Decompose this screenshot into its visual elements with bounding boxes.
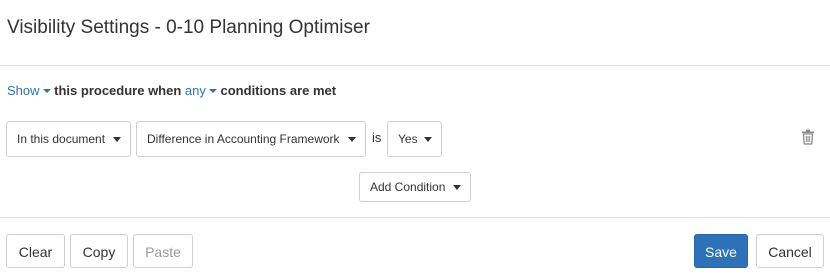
add-condition-button[interactable]: Add Condition: [359, 172, 471, 202]
chevron-down-icon: [208, 88, 217, 93]
field-dropdown-label: Difference in Accounting Framework: [147, 132, 340, 146]
chevron-down-icon: [424, 137, 432, 142]
footer-divider: [0, 217, 830, 218]
action-dropdown-label: Show: [7, 83, 40, 98]
quantifier-dropdown[interactable]: any: [185, 83, 217, 98]
add-condition-label: Add Condition: [370, 180, 446, 194]
value-dropdown[interactable]: Yes: [387, 121, 442, 157]
rule-end-text: conditions are met: [220, 83, 337, 98]
rule-sentence: Show this procedure when any conditions …: [7, 83, 336, 98]
save-button[interactable]: Save: [694, 234, 748, 268]
field-dropdown[interactable]: Difference in Accounting Framework: [136, 121, 366, 157]
value-dropdown-label: Yes: [398, 132, 418, 146]
clear-button[interactable]: Clear: [6, 234, 65, 268]
visibility-settings-dialog: Visibility Settings - 0-10 Planning Opti…: [0, 0, 830, 280]
cancel-button[interactable]: Cancel: [756, 234, 824, 268]
trash-icon[interactable]: [801, 129, 815, 145]
scope-dropdown[interactable]: In this document: [6, 121, 131, 157]
chevron-down-icon: [42, 88, 51, 93]
operator-text: is: [372, 130, 382, 145]
chevron-down-icon: [453, 185, 461, 190]
quantifier-dropdown-label: any: [184, 83, 206, 98]
dialog-header: Visibility Settings - 0-10 Planning Opti…: [0, 0, 830, 66]
rule-middle-text: this procedure when: [54, 83, 182, 98]
chevron-down-icon: [348, 137, 356, 142]
chevron-down-icon: [113, 137, 121, 142]
action-dropdown[interactable]: Show: [7, 83, 51, 98]
dialog-title: Visibility Settings - 0-10 Planning Opti…: [7, 17, 370, 38]
paste-button[interactable]: Paste: [133, 234, 193, 268]
scope-dropdown-label: In this document: [17, 132, 106, 146]
copy-button[interactable]: Copy: [70, 234, 128, 268]
